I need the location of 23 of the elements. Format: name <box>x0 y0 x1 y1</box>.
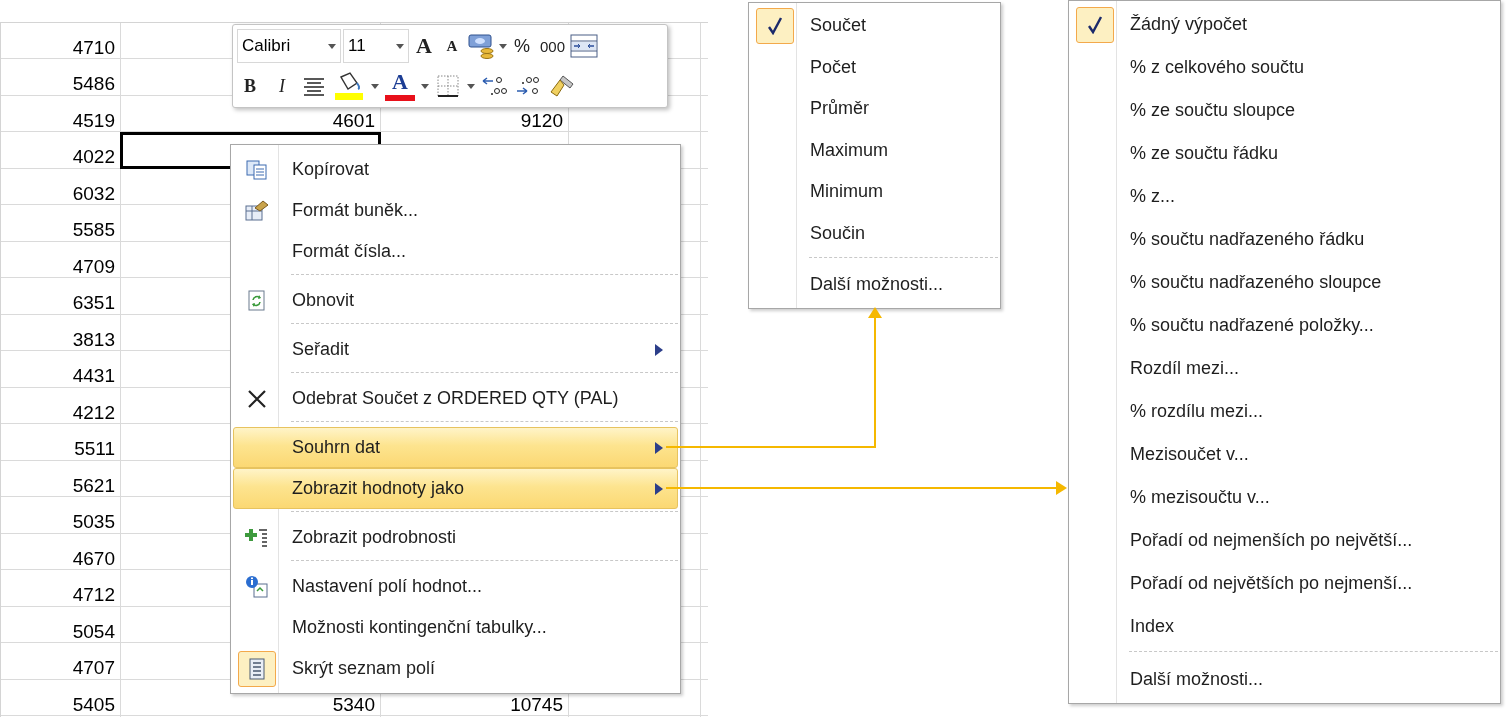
table-cell-text: 6032 <box>71 181 116 206</box>
table-cell-text: 6351 <box>71 291 116 315</box>
table-cell-text: 5621 <box>71 473 116 498</box>
table-cell-text: 4712 <box>71 583 116 607</box>
table-cell-text: 5405 <box>71 692 116 717</box>
table-cell-text: 4212 <box>71 400 116 425</box>
table-cell-text: 4601 <box>331 108 376 133</box>
table-cell-text: 5035 <box>71 510 116 534</box>
table-cell-text: 4707 <box>71 656 116 680</box>
table-cell-text: 4022 <box>71 145 116 169</box>
table-cell-text: 9120 <box>519 108 564 133</box>
table-cell-text: 10745 <box>509 692 564 717</box>
table-cell-text: 5585 <box>71 218 116 242</box>
table-cell-text: 4519 <box>71 108 116 133</box>
table-cell-text: 5486 <box>71 72 116 96</box>
table-cell-text: 4710 <box>71 35 116 60</box>
table-cell-text: 3813 <box>71 327 116 352</box>
table-cell-text: 5340 <box>331 692 376 717</box>
table-cell-text: 4670 <box>71 546 116 571</box>
table-cell-text: 5054 <box>71 619 116 644</box>
table-cell-text: 5511 <box>73 437 116 461</box>
table-cell-text: 4431 <box>71 364 116 388</box>
table-cell-text: 4709 <box>71 254 116 279</box>
